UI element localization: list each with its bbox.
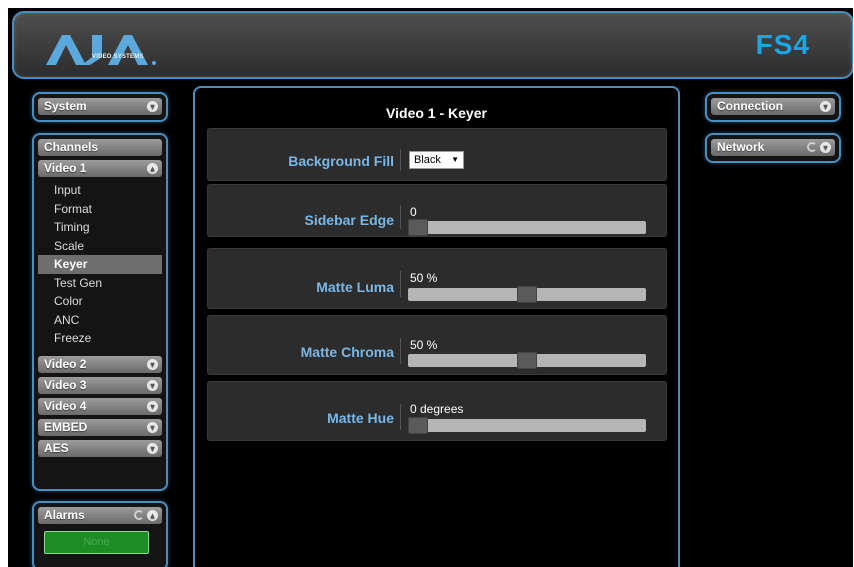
sidebar-edge-row: Sidebar Edge 0 [207,184,667,237]
slider-thumb[interactable] [517,286,537,303]
divider [400,338,401,364]
refresh-icon[interactable] [807,142,817,152]
slider-thumb[interactable] [517,352,537,369]
embed-button[interactable]: EMBED ▾ [38,418,162,436]
divider [400,271,401,297]
matte-hue-slider[interactable] [408,417,646,434]
expand-icon[interactable]: ▾ [147,101,158,112]
aes-label: AES [44,440,69,455]
network-button[interactable]: Network ▾ [711,139,835,156]
video3-button[interactable]: Video 3 ▾ [38,376,162,394]
app-frame: VIDEO SYSTEMS FS4 System ▾ Channels Vide… [8,8,853,567]
nav-item-format[interactable]: Format [38,200,162,219]
expand-icon[interactable]: ▾ [820,142,831,153]
expand-icon[interactable]: ▾ [147,379,158,391]
expand-icon[interactable]: ▾ [147,421,158,433]
header: VIDEO SYSTEMS FS4 [12,11,853,79]
channels-label: Channels [44,140,99,154]
channels-panel: Channels Video 1 ▴ Input Format Timing S… [32,133,168,491]
matte-chroma-label: Matte Chroma [300,344,394,360]
video4-label: Video 4 [44,398,87,413]
channels-header[interactable]: Channels [38,139,162,156]
nav-item-timing[interactable]: Timing [38,218,162,237]
nav-item-freeze[interactable]: Freeze [38,329,162,348]
expand-icon[interactable]: ▾ [147,442,158,454]
matte-hue-row: Matte Hue 0 degrees [207,381,667,441]
video1-label: Video 1 [44,161,87,175]
alarms-button[interactable]: Alarms ▴ [38,507,162,524]
system-button[interactable]: System ▾ [38,98,162,115]
nav-item-color[interactable]: Color [38,292,162,311]
main-panel: Video 1 - Keyer Background Fill Black ▼ … [193,86,680,567]
connection-button[interactable]: Connection ▾ [711,98,835,115]
matte-luma-value: 50 % [410,271,438,285]
matte-luma-slider[interactable] [408,286,646,303]
matte-luma-label: Matte Luma [316,279,394,295]
network-label: Network [717,140,765,154]
embed-label: EMBED [44,419,88,434]
connection-panel: Connection ▾ [705,92,841,122]
sidebar-edge-slider[interactable] [408,219,646,236]
divider [400,149,401,171]
matte-chroma-row: Matte Chroma 50 % [207,315,667,375]
background-fill-select[interactable]: Black ▼ [409,151,464,169]
product-name: FS4 [755,29,810,60]
background-fill-label: Background Fill [288,153,394,169]
divider [400,404,401,430]
refresh-icon[interactable] [134,510,144,520]
aes-button[interactable]: AES ▾ [38,439,162,457]
system-panel: System ▾ [32,92,168,122]
collapse-icon[interactable]: ▴ [147,163,158,174]
network-panel: Network ▾ [705,133,841,163]
logo-subtitle: VIDEO SYSTEMS [92,54,144,60]
matte-hue-value: 0 degrees [410,402,464,416]
background-fill-row: Background Fill Black ▼ [207,128,667,181]
sidebar-edge-label: Sidebar Edge [304,212,394,228]
divider [400,205,401,229]
page-title: Video 1 - Keyer [386,105,487,121]
aja-logo [46,35,156,65]
video1-button[interactable]: Video 1 ▴ [38,160,162,177]
alarm-status-box: None [44,531,149,554]
slider-thumb[interactable] [408,417,428,434]
nav-item-scale[interactable]: Scale [38,237,162,256]
nav-item-keyer[interactable]: Keyer [38,255,162,274]
expand-icon[interactable]: ▾ [147,400,158,412]
video4-button[interactable]: Video 4 ▾ [38,397,162,415]
matte-chroma-value: 50 % [410,338,438,352]
collapse-icon[interactable]: ▴ [147,510,158,521]
matte-hue-label: Matte Hue [327,410,394,426]
system-label: System [44,99,87,113]
dropdown-caret-icon: ▼ [451,155,459,164]
matte-luma-row: Matte Luma 50 % [207,248,667,309]
expand-icon[interactable]: ▾ [820,101,831,112]
nav-item-input[interactable]: Input [38,181,162,200]
sidebar-edge-value: 0 [410,205,417,219]
alarms-panel: Alarms ▴ None [32,501,168,567]
matte-chroma-slider[interactable] [408,352,646,369]
alarms-label: Alarms [44,508,85,522]
slider-thumb[interactable] [408,219,428,236]
video3-label: Video 3 [44,377,87,392]
connection-label: Connection [717,99,783,113]
background-fill-value: Black [414,154,441,166]
nav-item-anc[interactable]: ANC [38,311,162,330]
expand-icon[interactable]: ▾ [147,358,158,370]
nav-item-test-gen[interactable]: Test Gen [38,274,162,293]
video2-label: Video 2 [44,356,87,371]
video2-button[interactable]: Video 2 ▾ [38,355,162,373]
video1-submenu: Input Format Timing Scale Keyer Test Gen… [34,181,166,348]
